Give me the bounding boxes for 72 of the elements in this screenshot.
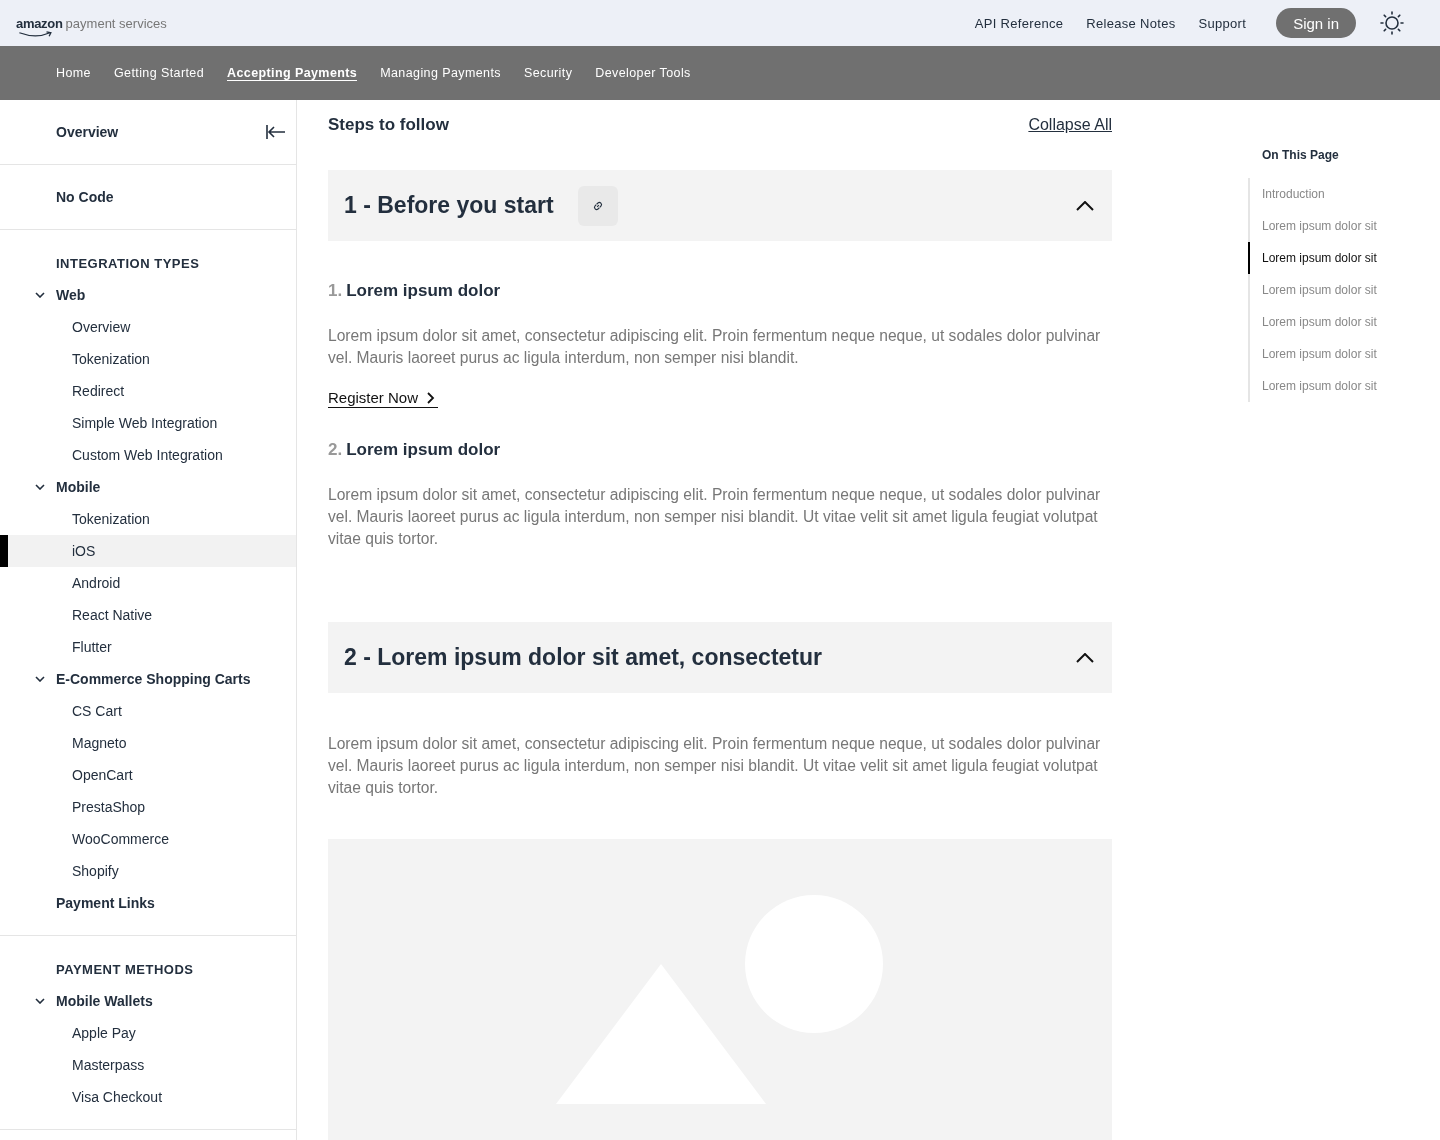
step-title: Lorem ipsum dolor: [346, 440, 501, 460]
chevron-icon[interactable]: [35, 484, 45, 490]
step-number: 1.: [328, 281, 343, 301]
sidebar-item[interactable]: Tokenization: [0, 503, 296, 535]
logo-brand: amazon: [16, 15, 63, 31]
collapse-all-link[interactable]: Collapse All: [1028, 116, 1112, 134]
toc-link[interactable]: Lorem ipsum dolor sit: [1248, 338, 1428, 370]
accordion-header[interactable]: 1 - Before you start: [328, 170, 1112, 241]
toc-link[interactable]: Lorem ipsum dolor sit: [1248, 274, 1428, 306]
caret-icon[interactable]: [1076, 200, 1094, 211]
sidebar-item[interactable]: CS Cart: [0, 695, 296, 727]
sidebar-item[interactable]: Shopify: [0, 855, 296, 887]
header-link[interactable]: API Reference: [974, 15, 1064, 31]
accordion-header[interactable]: 2 - Lorem ipsum dolor sit amet, consectetur: [328, 622, 1112, 693]
step-text: Lorem ipsum dolor sit amet, consectetur adipiscing elit. Proin fermentum neque neque, ut sodales dolor pulvinar vel. Mauris laoreet purus ac ligula interdum, non semper nisi blandit.: [328, 326, 1102, 368]
chevron-icon[interactable]: [35, 676, 45, 682]
sidebar-item[interactable]: Flutter: [0, 631, 296, 663]
smile-arrow-icon: [18, 30, 54, 38]
header-link[interactable]: Support: [1198, 15, 1247, 31]
toc-link[interactable]: Lorem ipsum dolor sit: [1248, 306, 1428, 338]
body-text: Lorem ipsum dolor sit amet, consectetur adipiscing elit. Proin fermentum neque neque, ut sodales dolor pulvinar vel. Mauris laoreet purus ac ligula interdum, non semper nisi blandit. Ut vitae velit sit amet ligula feugiat volutpat vitae quis tortor.: [328, 734, 1102, 798]
sidebar-item[interactable]: PrestaShop: [0, 791, 296, 823]
chevron-icon[interactable]: [35, 292, 45, 298]
nav-tab[interactable]: Managing Payments: [380, 66, 501, 80]
sidebar-item[interactable]: Custom Web Integration: [0, 439, 296, 471]
sidebar-item[interactable]: OpenCart: [0, 759, 296, 791]
sidebar-item[interactable]: Tokenization: [0, 343, 296, 375]
section-title: Steps to follow: [328, 115, 449, 135]
accordion-title: 2 - Lorem ipsum dolor sit amet, consectetur: [344, 644, 822, 671]
sidebar-item[interactable]: Simple Web Integration: [0, 407, 296, 439]
step-text: Lorem ipsum dolor sit amet, consectetur adipiscing elit. Proin fermentum neque neque, ut sodales dolor pulvinar vel. Mauris laoreet purus ac ligula interdum, non semper nisi blandit. Ut vitae velit sit amet ligula feugiat volutpat vitae quis tortor.: [328, 485, 1102, 549]
sign-in-button[interactable]: Sign in: [1276, 8, 1356, 38]
sidebar-item[interactable]: Android: [0, 567, 296, 599]
sidebar-group[interactable]: Web: [56, 287, 86, 303]
toc-link[interactable]: Lorem ipsum dolor sit: [1248, 242, 1428, 274]
sidebar-item[interactable]: Overview: [56, 124, 119, 140]
header-link[interactable]: Release Notes: [1086, 15, 1176, 31]
step-title: Lorem ipsum dolor: [346, 281, 501, 301]
sidebar-item[interactable]: Apple Pay: [0, 1017, 296, 1049]
toc-link[interactable]: Introduction: [1248, 178, 1428, 210]
logo-product: payment services: [65, 15, 167, 31]
step-number: 2.: [328, 440, 343, 460]
sidebar-item[interactable]: WooCommerce: [0, 823, 296, 855]
sidebar-item[interactable]: No Code: [56, 189, 114, 205]
collapse-sidebar-icon[interactable]: [266, 124, 286, 140]
nav-tab[interactable]: Getting Started: [113, 66, 205, 80]
sidebar-item[interactable]: Overview: [0, 311, 296, 343]
sidebar-item[interactable]: Redirect: [0, 375, 296, 407]
toc-link[interactable]: Lorem ipsum dolor sit: [1248, 210, 1428, 242]
chevron-right-icon: [427, 391, 436, 404]
sidebar-group[interactable]: Payment Links: [56, 895, 155, 911]
toc-link[interactable]: Lorem ipsum dolor sit: [1248, 370, 1428, 402]
section-heading: INTEGRATION TYPES: [56, 255, 200, 271]
nav-tab[interactable]: Developer Tools: [595, 66, 691, 80]
sidebar-group[interactable]: E-Commerce Shopping Carts: [56, 671, 251, 687]
nav-tab[interactable]: Security: [523, 66, 573, 80]
nav-tab[interactable]: Home: [56, 66, 91, 80]
sidebar-item[interactable]: iOS: [0, 535, 296, 567]
theme-toggle-icon[interactable]: [1380, 11, 1404, 35]
sidebar-item[interactable]: Magneto: [0, 727, 296, 759]
nav-tab[interactable]: Accepting Payments: [227, 65, 358, 81]
toc-title: On This Page: [1262, 148, 1340, 162]
sidebar-item[interactable]: Visa Checkout: [0, 1081, 296, 1113]
caret-icon[interactable]: [1076, 652, 1094, 663]
register-link[interactable]: Register Now: [328, 389, 439, 408]
accordion-title: 1 - Before you start: [344, 192, 554, 219]
sidebar-group[interactable]: Mobile Wallets: [56, 993, 153, 1009]
sidebar-item[interactable]: React Native: [0, 599, 296, 631]
chevron-icon[interactable]: [35, 998, 45, 1004]
sidebar-group[interactable]: Mobile: [56, 479, 101, 495]
section-heading: PAYMENT METHODS: [56, 961, 194, 977]
sidebar-item[interactable]: Masterpass: [0, 1049, 296, 1081]
